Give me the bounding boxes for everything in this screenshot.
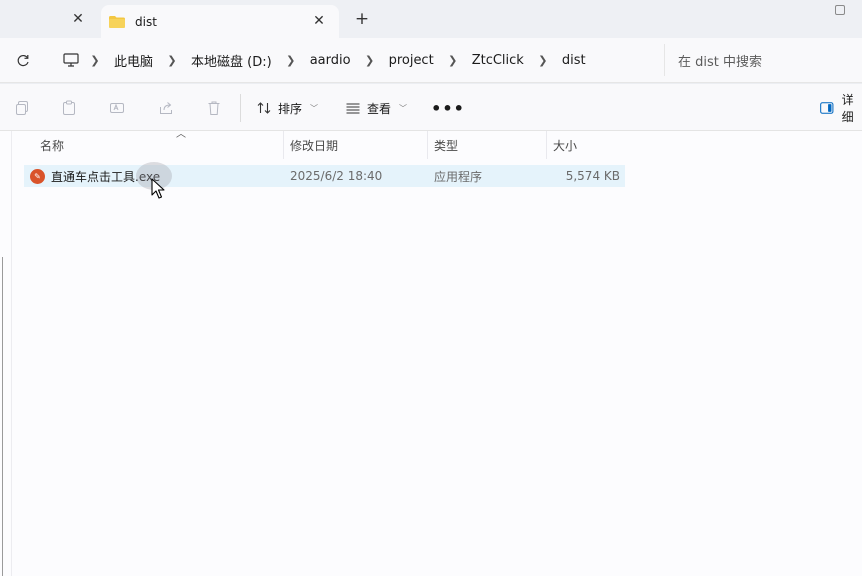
search-placeholder: 在 dist 中搜索 [678, 54, 762, 70]
navigation-pane-divider [2, 257, 3, 576]
details-pane-icon [820, 102, 834, 114]
file-modified-cell: 2025/6/2 18:40 [290, 165, 430, 187]
details-label: 详细 [841, 93, 854, 124]
chevron-right-icon[interactable]: ❯ [82, 54, 108, 67]
breadcrumb-ztcclick[interactable]: ZtcClick [466, 53, 530, 68]
breadcrumb-project[interactable]: project [383, 53, 440, 68]
chevron-right-icon[interactable]: ❯ [357, 54, 383, 67]
column-type-label: 类型 [434, 138, 459, 153]
tab-dist[interactable]: dist ✕ [101, 5, 339, 38]
chevron-right-icon[interactable]: ❯ [278, 54, 304, 67]
mouse-cursor-icon [151, 178, 165, 199]
rename-icon[interactable] [107, 98, 127, 118]
file-modified: 2025/6/2 18:40 [290, 169, 383, 183]
view-button[interactable]: 查看 ﹀ [345, 96, 407, 120]
sort-icon [257, 102, 271, 114]
sort-label: 排序 [278, 101, 303, 116]
search-input[interactable]: 在 dist 中搜索 [664, 44, 862, 76]
column-header-modified[interactable]: 修改日期 [284, 131, 428, 159]
file-size: 5,574 KB [565, 169, 620, 183]
breadcrumb[interactable]: ❯ 此电脑 ❯ 本地磁盘 (D:) ❯ aardio ❯ project ❯ Z… [56, 44, 656, 76]
command-divider [240, 94, 241, 122]
previous-tab-close-button[interactable]: ✕ [66, 9, 90, 29]
more-options-button[interactable]: ••• [431, 96, 464, 120]
chevron-right-icon[interactable]: ❯ [159, 54, 185, 67]
tab-close-button[interactable]: ✕ [309, 11, 329, 31]
column-name-label: 名称 [40, 138, 65, 153]
view-list-icon [346, 103, 360, 114]
chevron-right-icon[interactable]: ❯ [440, 54, 466, 67]
column-size-label: 大小 [553, 138, 578, 153]
copy-icon[interactable] [12, 98, 32, 118]
column-modified-label: 修改日期 [290, 138, 339, 153]
view-label: 查看 [367, 101, 392, 116]
refresh-icon [17, 54, 29, 67]
chevron-right-icon[interactable]: ❯ [530, 54, 556, 67]
file-type-cell: 应用程序 [434, 165, 549, 187]
title-bar: ✕ dist ✕ + [0, 0, 862, 38]
address-bar: ❯ 此电脑 ❯ 本地磁盘 (D:) ❯ aardio ❯ project ❯ Z… [0, 38, 862, 83]
paste-icon[interactable] [59, 98, 79, 118]
breadcrumb-aardio[interactable]: aardio [304, 53, 357, 68]
table-row[interactable]: ✎ 直通车点击工具.exe 2025/6/2 18:40 应用程序 5,574 … [24, 165, 625, 187]
column-header-type[interactable]: 类型 [428, 131, 547, 159]
breadcrumb-dist[interactable]: dist [556, 53, 592, 68]
chevron-down-icon: ﹀ [310, 103, 319, 113]
breadcrumb-local-disk[interactable]: 本地磁盘 (D:) [185, 51, 278, 70]
chevron-down-icon: ﹀ [399, 103, 408, 113]
new-tab-button[interactable]: + [351, 8, 373, 30]
restore-icon[interactable] [830, 0, 850, 20]
details-pane-button[interactable]: 详细 [820, 93, 862, 124]
delete-icon[interactable] [204, 98, 224, 118]
file-list-view[interactable]: ︿ 名称 修改日期 类型 大小 ✎ 直通车点击工具.exe 2025/6/2 1… [0, 129, 862, 576]
refresh-button[interactable] [12, 50, 34, 72]
command-bar: 排序 ﹀ 查看 ﹀ ••• 详细 [0, 84, 862, 131]
window-controls [830, 0, 850, 20]
tab-title: dist [135, 14, 157, 29]
share-icon[interactable] [156, 98, 176, 118]
computer-icon[interactable] [60, 53, 82, 67]
column-header-row: ︿ 名称 修改日期 类型 大小 [24, 129, 625, 159]
file-type: 应用程序 [434, 169, 483, 184]
column-header-size[interactable]: 大小 [547, 131, 625, 159]
file-size-cell: 5,574 KB [553, 165, 620, 187]
folder-icon [109, 15, 125, 28]
exe-app-icon: ✎ [30, 168, 45, 184]
sort-button[interactable]: 排序 ﹀ [256, 96, 318, 120]
column-header-name[interactable]: 名称 [34, 131, 284, 159]
breadcrumb-this-pc[interactable]: 此电脑 [108, 51, 159, 70]
